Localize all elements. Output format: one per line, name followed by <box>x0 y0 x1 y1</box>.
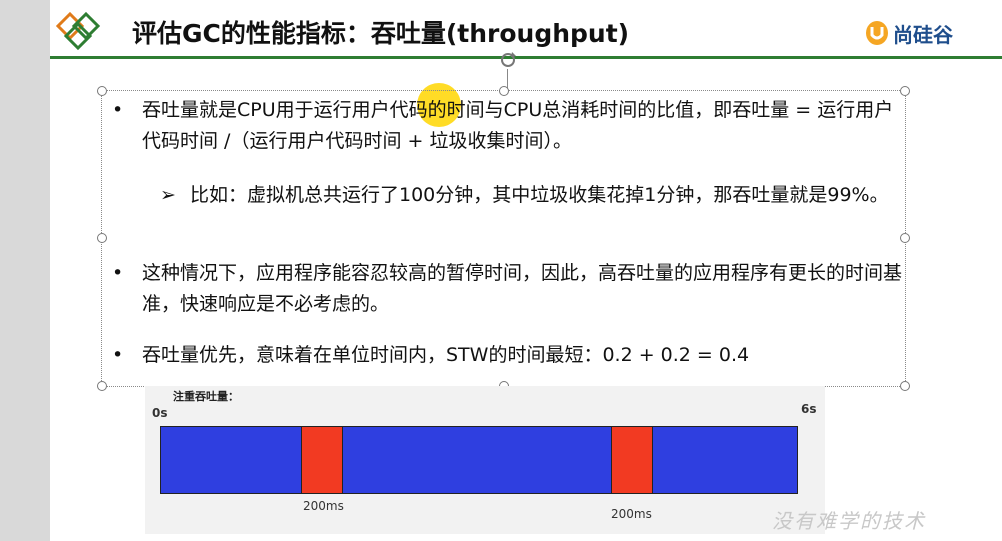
bullet-dot-icon: • <box>112 99 124 121</box>
chart-title: 注重吞吐量： <box>173 390 239 403</box>
pause-label: 200ms <box>303 499 344 513</box>
resize-handle-right[interactable] <box>900 233 910 243</box>
gc-pause-segment <box>611 427 653 493</box>
axis-start-label: 0s <box>152 406 168 420</box>
bullet-text: 吞吐量就是CPU用于运行用户代码的时间与CPU总消耗时间的比值，即吞吐量 = 运… <box>142 99 894 152</box>
brand-name: 尚硅谷 <box>893 22 953 47</box>
sub-bullet-text: 比如：虚拟机总共运行了100分钟，其中垃圾收集花掉1分钟，那吞吐量就是99%。 <box>190 184 889 206</box>
text-box[interactable]: • 吞吐量就是CPU用于运行用户代码的时间与CPU总消耗时间的比值，即吞吐量 =… <box>97 52 910 391</box>
bullet-text: 这种情况下，应用程序能容忍较高的暂停时间，因此，高吞吐量的应用程序有更长的时间基… <box>142 262 903 315</box>
page-title: 评估GC的性能指标：吞吐量(throughput) <box>132 19 630 48</box>
resize-handle-bottom-right[interactable] <box>900 381 910 391</box>
slide: 评估GC的性能指标：吞吐量(throughput) 尚硅谷 • 吞吐量就是CPU… <box>50 0 1002 541</box>
diamond-logo-icon <box>56 11 101 51</box>
bullet-dot-icon: • <box>112 262 124 284</box>
resize-handle-left[interactable] <box>97 233 107 243</box>
title-divider <box>50 56 1002 59</box>
watermark: 没有难学的技术 <box>772 509 926 533</box>
resize-handle-top-left[interactable] <box>97 86 107 96</box>
resize-handle-bottom-left[interactable] <box>97 381 107 391</box>
bullet-dot-icon: • <box>112 344 124 366</box>
u-logo-icon <box>866 21 888 45</box>
axis-end-label: 6s <box>801 402 817 416</box>
pause-label: 200ms <box>611 507 652 521</box>
rotate-handle-icon[interactable] <box>499 51 517 69</box>
bullet-text: 吞吐量优先，意味着在单位时间内，STW的时间最短：0.2 + 0.2 = 0.4 <box>142 344 750 366</box>
timeline-bar <box>160 426 798 494</box>
gc-pause-segment <box>301 427 343 493</box>
brand-logo: 尚硅谷 <box>865 18 953 48</box>
arrow-bullet-icon: ➢ <box>160 184 176 206</box>
title-bar: 评估GC的性能指标：吞吐量(throughput) 尚硅谷 <box>50 0 1002 58</box>
throughput-timeline-chart: 注重吞吐量： 0s 6s 200ms 200ms <box>145 386 825 534</box>
